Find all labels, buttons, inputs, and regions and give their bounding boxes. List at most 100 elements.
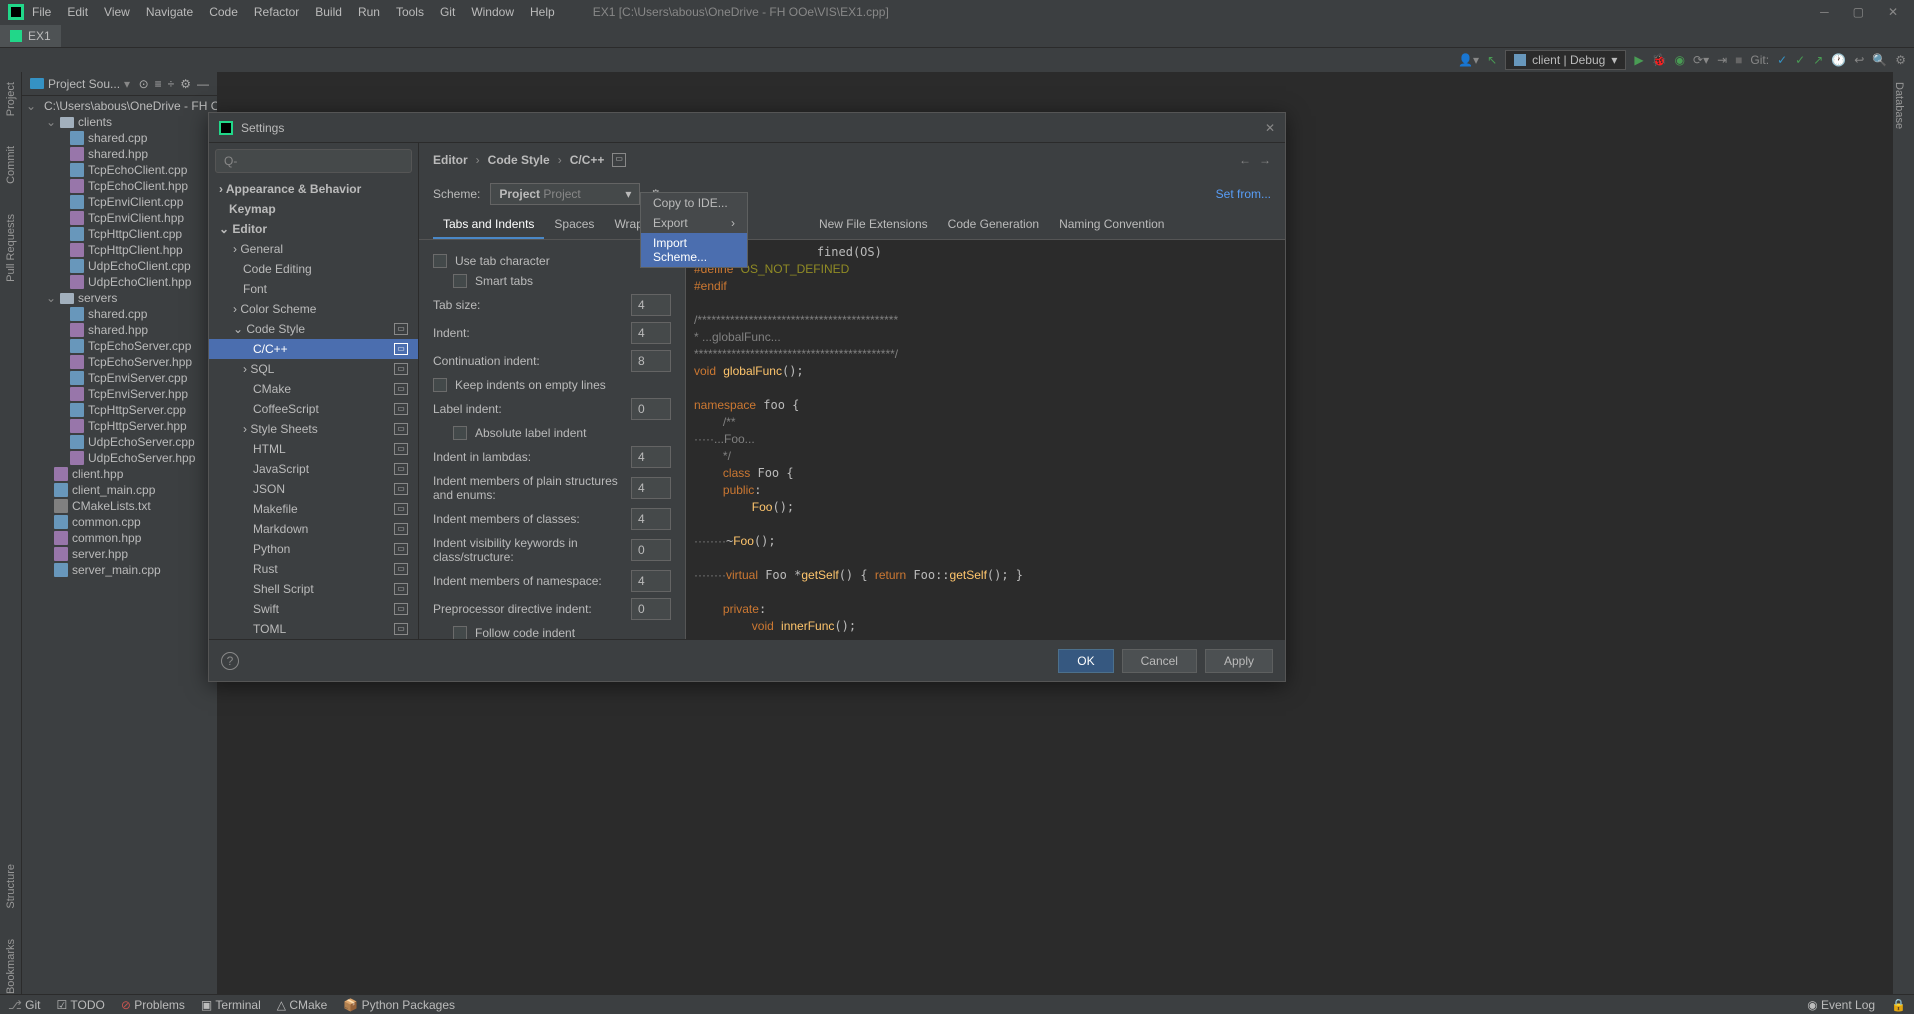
back-icon[interactable]: ← bbox=[1239, 153, 1251, 167]
input-namespace[interactable] bbox=[631, 570, 671, 592]
forward-icon[interactable]: → bbox=[1259, 153, 1271, 167]
status-terminal[interactable]: ▣ Terminal bbox=[201, 998, 261, 1012]
st-markdown[interactable]: Markdown▭ bbox=[209, 519, 418, 539]
menu-navigate[interactable]: Navigate bbox=[138, 1, 201, 23]
tree-root[interactable]: ⌄C:\Users\abous\OneDrive - FH OOe\V bbox=[22, 98, 217, 114]
tree-file[interactable]: common.hpp bbox=[22, 530, 217, 546]
tree-file[interactable]: client_main.cpp bbox=[22, 482, 217, 498]
status-todo[interactable]: ☑ TODO bbox=[57, 998, 105, 1012]
editor-tab[interactable]: EX1 bbox=[0, 25, 61, 47]
tree-file[interactable]: server.hpp bbox=[22, 546, 217, 562]
menu-build[interactable]: Build bbox=[307, 1, 350, 23]
menu-refactor[interactable]: Refactor bbox=[246, 1, 307, 23]
tree-file[interactable]: TcpHttpClient.cpp bbox=[22, 226, 217, 242]
popup-import-scheme[interactable]: Import Scheme... bbox=[641, 233, 747, 267]
st-appearance[interactable]: › Appearance & Behavior bbox=[209, 179, 418, 199]
tree-file[interactable]: shared.hpp bbox=[22, 322, 217, 338]
menu-help[interactable]: Help bbox=[522, 1, 563, 23]
minimize-button[interactable]: ─ bbox=[1812, 1, 1837, 23]
st-json[interactable]: JSON▭ bbox=[209, 479, 418, 499]
st-cmake[interactable]: CMake▭ bbox=[209, 379, 418, 399]
st-coffee[interactable]: CoffeeScript▭ bbox=[209, 399, 418, 419]
stop-icon[interactable]: ■ bbox=[1735, 53, 1742, 67]
input-lambda[interactable] bbox=[631, 446, 671, 468]
expand-all-icon[interactable]: ≡ bbox=[155, 77, 162, 91]
tree-file[interactable]: client.hpp bbox=[22, 466, 217, 482]
menu-edit[interactable]: Edit bbox=[59, 1, 96, 23]
tree-file[interactable]: common.cpp bbox=[22, 514, 217, 530]
st-stylesheets[interactable]: › Style Sheets▭ bbox=[209, 419, 418, 439]
status-lock-icon[interactable]: 🔒 bbox=[1891, 998, 1906, 1012]
input-indent[interactable] bbox=[631, 322, 671, 344]
tab-code-gen[interactable]: Code Generation bbox=[938, 211, 1049, 239]
st-makefile[interactable]: Makefile▭ bbox=[209, 499, 418, 519]
gutter-database[interactable]: Database bbox=[1893, 82, 1905, 129]
hide-icon[interactable]: — bbox=[197, 77, 209, 91]
tree-file[interactable]: server_main.cpp bbox=[22, 562, 217, 578]
tree-file[interactable]: UdpEchoClient.hpp bbox=[22, 274, 217, 290]
checkbox-keep-empty[interactable] bbox=[433, 378, 447, 392]
tree-file[interactable]: TcpEnviClient.hpp bbox=[22, 210, 217, 226]
st-code-editing[interactable]: Code Editing bbox=[209, 259, 418, 279]
gutter-structure[interactable]: Structure bbox=[5, 864, 17, 909]
back-icon[interactable]: ↖ bbox=[1487, 53, 1497, 67]
st-general[interactable]: › General bbox=[209, 239, 418, 259]
st-html[interactable]: HTML▭ bbox=[209, 439, 418, 459]
input-classes[interactable] bbox=[631, 508, 671, 530]
st-c-cpp[interactable]: C/C++▭ bbox=[209, 339, 418, 359]
tree-file[interactable]: TcpHttpServer.hpp bbox=[22, 418, 217, 434]
st-toml[interactable]: TOML▭ bbox=[209, 619, 418, 639]
menu-tools[interactable]: Tools bbox=[388, 1, 432, 23]
tree-folder[interactable]: ⌄servers bbox=[22, 290, 217, 306]
commit-icon[interactable]: ✓ bbox=[1795, 53, 1805, 67]
st-js[interactable]: JavaScript▭ bbox=[209, 459, 418, 479]
settings-search[interactable]: Q- bbox=[215, 149, 412, 173]
tree-file[interactable]: TcpEchoServer.hpp bbox=[22, 354, 217, 370]
tree-file[interactable]: TcpEchoServer.cpp bbox=[22, 338, 217, 354]
st-color-scheme[interactable]: › Color Scheme bbox=[209, 299, 418, 319]
st-rust[interactable]: Rust▭ bbox=[209, 559, 418, 579]
tree-file[interactable]: TcpEnviServer.hpp bbox=[22, 386, 217, 402]
tree-file[interactable]: UdpEchoServer.cpp bbox=[22, 434, 217, 450]
st-keymap[interactable]: Keymap bbox=[209, 199, 418, 219]
status-eventlog[interactable]: ◉ Event Log bbox=[1807, 998, 1875, 1012]
menu-code[interactable]: Code bbox=[201, 1, 246, 23]
tree-file[interactable]: shared.hpp bbox=[22, 146, 217, 162]
menu-window[interactable]: Window bbox=[463, 1, 522, 23]
input-preprocessor[interactable] bbox=[631, 598, 671, 620]
tree-file[interactable]: shared.cpp bbox=[22, 306, 217, 322]
status-problems[interactable]: ⊘ Problems bbox=[121, 998, 185, 1012]
checkbox-smarttabs[interactable] bbox=[453, 274, 467, 288]
gear-icon[interactable]: ⚙ bbox=[180, 77, 191, 91]
settings-icon[interactable]: ⚙ bbox=[1895, 53, 1906, 67]
collapse-icon[interactable]: ÷ bbox=[168, 77, 175, 91]
tree-file[interactable]: TcpEchoClient.cpp bbox=[22, 162, 217, 178]
gutter-bookmarks[interactable]: Bookmarks bbox=[5, 939, 17, 994]
run-config-select[interactable]: client | Debug ▾ bbox=[1505, 50, 1626, 70]
status-cmake[interactable]: △ CMake bbox=[277, 998, 328, 1012]
checkbox-abs-label[interactable] bbox=[453, 426, 467, 440]
input-plain[interactable] bbox=[631, 477, 671, 499]
checkbox-usetab[interactable] bbox=[433, 254, 447, 268]
run-icon[interactable]: ▶ bbox=[1634, 53, 1643, 67]
project-tree[interactable]: ⌄C:\Users\abous\OneDrive - FH OOe\V ⌄cli… bbox=[22, 96, 217, 994]
popup-export[interactable]: Export› bbox=[641, 213, 747, 233]
input-continuation[interactable] bbox=[631, 350, 671, 372]
tree-file[interactable]: TcpEnviClient.cpp bbox=[22, 194, 217, 210]
add-config-icon[interactable]: 👤▾ bbox=[1458, 53, 1479, 67]
tab-naming[interactable]: Naming Convention bbox=[1049, 211, 1174, 239]
menu-git[interactable]: Git bbox=[432, 1, 463, 23]
tree-file[interactable]: UdpEchoServer.hpp bbox=[22, 450, 217, 466]
menu-view[interactable]: View bbox=[96, 1, 138, 23]
tree-file[interactable]: shared.cpp bbox=[22, 130, 217, 146]
status-python-packages[interactable]: 📦 Python Packages bbox=[343, 998, 455, 1012]
profile-icon[interactable]: ⟳▾ bbox=[1693, 53, 1709, 67]
input-visibility[interactable] bbox=[631, 539, 671, 561]
cancel-button[interactable]: Cancel bbox=[1122, 649, 1197, 673]
popup-copy-ide[interactable]: Copy to IDE... bbox=[641, 193, 747, 213]
st-shell[interactable]: Shell Script▭ bbox=[209, 579, 418, 599]
maximize-button[interactable]: ▢ bbox=[1845, 1, 1872, 23]
tree-file[interactable]: TcpHttpServer.cpp bbox=[22, 402, 217, 418]
select-opened-icon[interactable]: ⊙ bbox=[139, 77, 149, 91]
menu-file[interactable]: File bbox=[24, 1, 59, 23]
